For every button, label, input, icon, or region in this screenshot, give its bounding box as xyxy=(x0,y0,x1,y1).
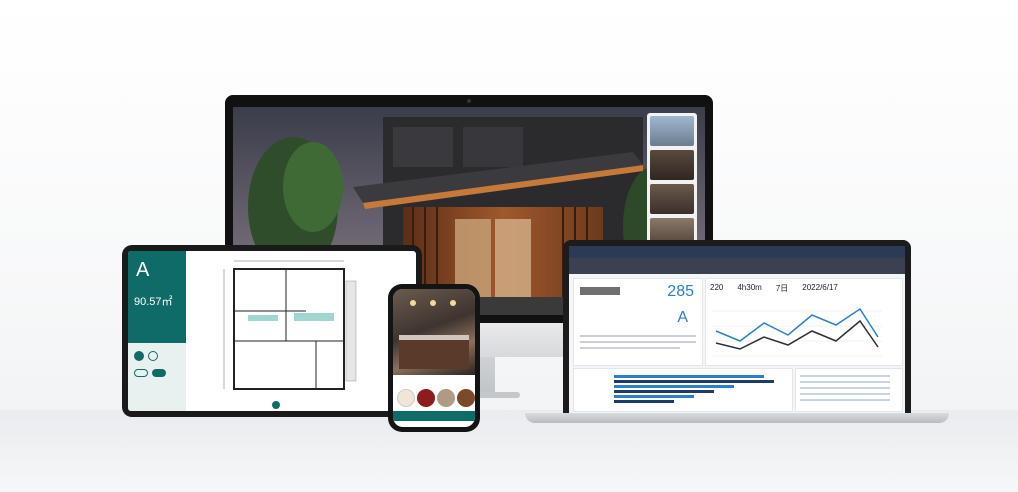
sidebar-controls xyxy=(128,343,186,411)
dashboard-header xyxy=(569,246,905,258)
thumbnail[interactable] xyxy=(650,150,694,180)
thumbnail[interactable] xyxy=(650,184,694,214)
stat-value: 4h30m xyxy=(737,283,762,292)
smartphone xyxy=(388,284,480,432)
customer-name xyxy=(580,287,620,295)
toggle-button[interactable] xyxy=(148,351,158,361)
laptop: 285 A 220 4h30m 7日 2022/6/17 xyxy=(563,240,911,413)
phone-screen xyxy=(393,289,475,427)
floorplan-screen: A 90.57㎡ xyxy=(128,251,416,411)
dashboard-subheader xyxy=(569,258,905,274)
tablet: A 90.57㎡ xyxy=(122,245,422,417)
color-swatch[interactable] xyxy=(437,389,455,407)
line-chart xyxy=(712,307,882,357)
phone-tab-bar[interactable] xyxy=(393,411,475,421)
toggle-button[interactable] xyxy=(134,351,144,361)
floor-plan-drawing xyxy=(223,260,357,390)
dashboard-screen: 285 A 220 4h30m 7日 2022/6/17 xyxy=(569,246,905,413)
score-value: 285 xyxy=(667,283,694,300)
option-chip[interactable] xyxy=(152,369,166,377)
color-swatch[interactable] xyxy=(417,389,435,407)
stat-value: 2022/6/17 xyxy=(802,283,838,292)
stat-value: 220 xyxy=(710,283,724,292)
activity-list-card xyxy=(795,368,903,412)
thumbnail[interactable] xyxy=(650,116,694,146)
customer-card: 285 A xyxy=(573,278,703,366)
camera xyxy=(467,99,471,103)
stat-value: 7日 xyxy=(775,284,789,293)
page-indicator[interactable] xyxy=(272,401,280,409)
device-mockup-scene: ▣ ↗ ▦ ▤ 285 A 220 xyxy=(0,0,1018,492)
color-swatch[interactable] xyxy=(397,389,415,407)
kitchen-interior-image xyxy=(393,289,475,375)
option-chip[interactable] xyxy=(134,369,148,377)
stats-card: 220 4h30m 7日 2022/6/17 xyxy=(705,278,903,366)
unit-type-letter: A xyxy=(136,259,150,281)
unit-area: 90.57㎡ xyxy=(134,296,173,308)
color-swatch[interactable] xyxy=(457,389,475,407)
grade-value: A xyxy=(677,309,688,326)
bar-chart-card xyxy=(573,368,793,412)
unit-sidebar: A 90.57㎡ xyxy=(128,251,186,411)
laptop-base xyxy=(525,413,949,423)
